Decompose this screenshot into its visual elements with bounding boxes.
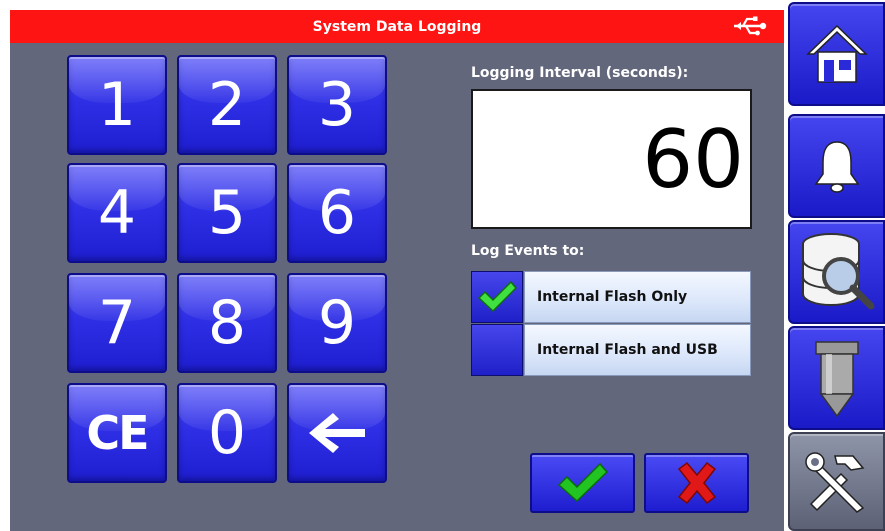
left-arrow-icon [309, 413, 365, 453]
key-7[interactable]: 7 [67, 273, 167, 373]
tools-icon [804, 451, 864, 513]
interval-label: Logging Interval (seconds): [471, 65, 689, 81]
cancel-button[interactable] [644, 453, 749, 513]
option-internal-flash-only[interactable]: Internal Flash Only [471, 271, 751, 323]
key-clear-entry[interactable]: CE [67, 383, 167, 483]
option-internal-flash-and-usb[interactable]: Internal Flash and USB [471, 324, 751, 376]
option-label: Internal Flash Only [524, 271, 751, 323]
usb-icon [734, 16, 767, 36]
key-5[interactable]: 5 [177, 163, 277, 263]
key-2[interactable]: 2 [177, 55, 277, 155]
home-icon [805, 24, 868, 83]
key-4[interactable]: 4 [67, 163, 167, 263]
title-bar: System Data Logging [10, 10, 784, 43]
x-icon [677, 461, 716, 505]
option-label: Internal Flash and USB [524, 324, 751, 376]
interval-display[interactable]: 60 [471, 89, 752, 229]
key-9[interactable]: 9 [287, 273, 387, 373]
option-checkbox[interactable] [471, 271, 523, 323]
key-0[interactable]: 0 [177, 383, 277, 483]
sidebar-item-home[interactable] [788, 2, 885, 106]
sidebar-item-alarms[interactable] [788, 114, 885, 218]
option-checkbox[interactable] [471, 324, 523, 376]
key-6[interactable]: 6 [287, 163, 387, 263]
database-search-icon [801, 233, 874, 310]
sidebar-item-data-logs[interactable] [788, 220, 885, 324]
checkmark-icon [557, 462, 608, 503]
interval-value: 60 [642, 112, 744, 206]
nozzle-icon [814, 341, 859, 418]
key-3[interactable]: 3 [287, 55, 387, 155]
key-8[interactable]: 8 [177, 273, 277, 373]
confirm-button[interactable] [530, 453, 635, 513]
log-events-label: Log Events to: [471, 243, 585, 259]
sidebar-item-nozzle[interactable] [788, 326, 885, 430]
sidebar-item-settings[interactable] [788, 432, 885, 531]
key-backspace[interactable] [287, 383, 387, 483]
bell-icon [814, 141, 859, 193]
main-screen: System Data Logging 1 2 3 4 5 6 7 8 9 CE… [10, 10, 784, 531]
page-title: System Data Logging [312, 18, 482, 35]
key-1[interactable]: 1 [67, 55, 167, 155]
checkmark-icon [477, 280, 518, 313]
